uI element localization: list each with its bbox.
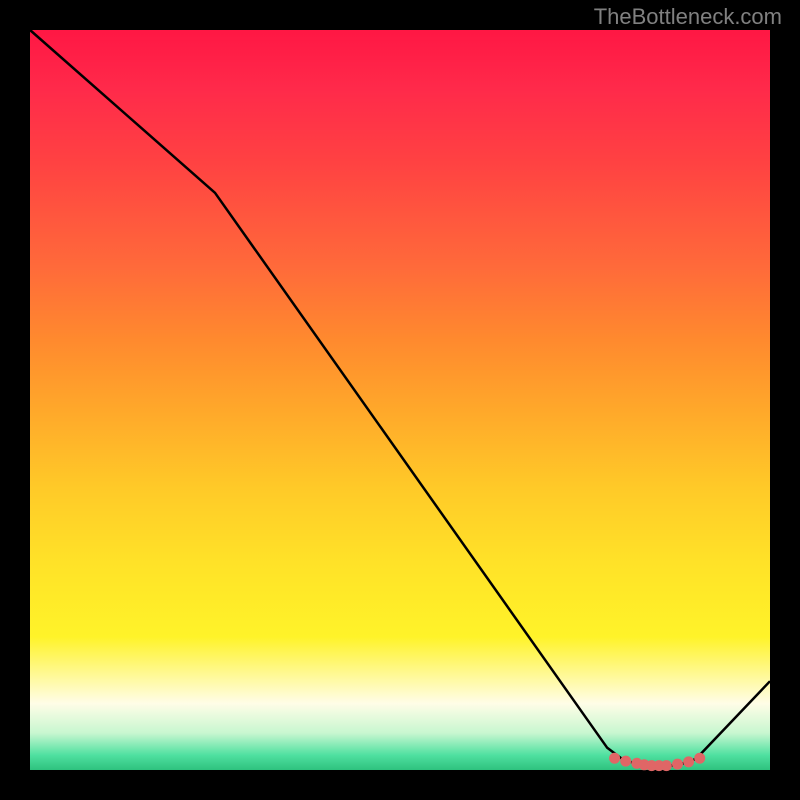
marker-point (610, 753, 620, 763)
marker-point (684, 757, 694, 767)
chart-svg-overlay (30, 30, 770, 770)
marker-point (621, 756, 631, 766)
bottleneck-curve-line (30, 30, 770, 766)
watermark-text: TheBottleneck.com (594, 4, 782, 30)
marker-point (673, 759, 683, 769)
optimal-zone-markers (610, 753, 705, 770)
marker-point (661, 761, 671, 771)
marker-point (695, 753, 705, 763)
